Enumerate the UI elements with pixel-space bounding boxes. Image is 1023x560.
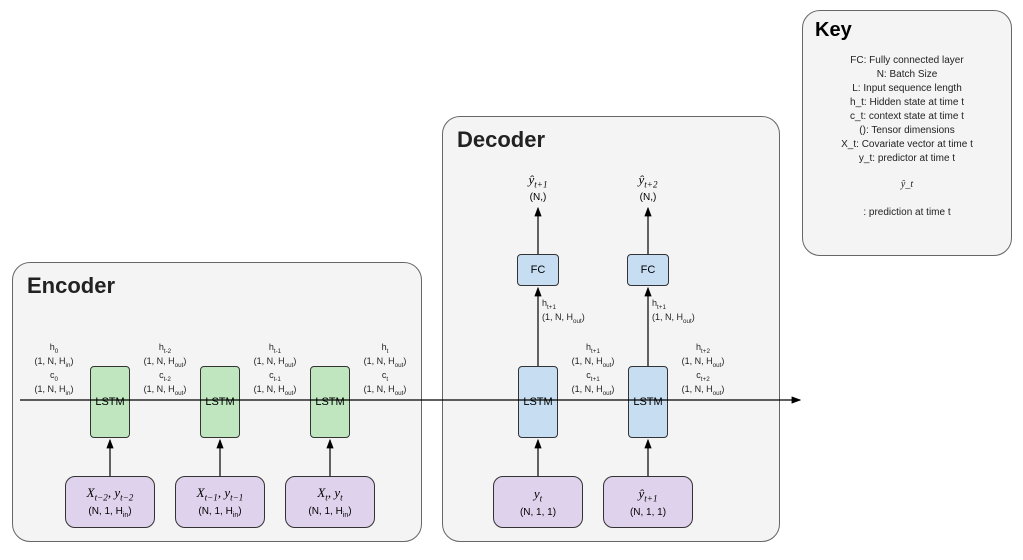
- decoder-title: Decoder: [457, 127, 545, 153]
- key-item-1: N: Batch Size: [803, 69, 1011, 80]
- lstm-dec-1: LSTM: [518, 366, 558, 438]
- input-dec-1: yt (N, 1, 1): [493, 476, 583, 528]
- state-ht: ht(1, N, Hout)ct(1, N, Hout): [354, 342, 416, 398]
- lstm-dec-2: LSTM: [628, 366, 668, 438]
- input-enc-1-math: Xt−2, yt−2: [87, 485, 134, 503]
- input-enc-1: Xt−2, yt−2 (N, 1, Hin): [65, 476, 155, 528]
- encoder-title: Encoder: [27, 273, 115, 299]
- key-title: Key: [815, 19, 852, 42]
- input-dec-2: ŷt+1 (N, 1, 1): [603, 476, 693, 528]
- input-enc-2: Xt−1, yt−1 (N, 1, Hin): [175, 476, 265, 528]
- lstm-enc-1: LSTM: [90, 366, 130, 438]
- fc1-label: ht+1(1, N, Hout): [542, 298, 604, 326]
- input-dec-2-dim: (N, 1, 1): [630, 507, 666, 518]
- key-item-7: y_t: predictor at time t: [803, 153, 1011, 164]
- lstm-enc-3: LSTM: [310, 366, 350, 438]
- input-enc-2-math: Xt−1, yt−1: [197, 485, 244, 503]
- state-htp2: ht+2(1, N, Hout)ct+2(1, N, Hout): [672, 342, 734, 398]
- input-enc-2-dim: (N, 1, Hin): [198, 506, 241, 519]
- state-ht2: ht-2(1, N, Hout)ct-2(1, N, Hout): [134, 342, 196, 398]
- fc-2: FC: [627, 254, 669, 286]
- lstm-enc-2: LSTM: [200, 366, 240, 438]
- output-y1: ŷt+1 (N,): [514, 172, 562, 203]
- key-item-2: L: Input sequence length: [803, 83, 1011, 94]
- input-dec-1-math: yt: [534, 486, 542, 504]
- input-enc-3-dim: (N, 1, Hin): [308, 506, 351, 519]
- key-item-9: : prediction at time t: [803, 207, 1011, 218]
- key-item-6: X_t: Covariate vector at time t: [803, 139, 1011, 150]
- key-item-8: ŷ_t: [803, 179, 1011, 190]
- input-dec-2-math: ŷt+1: [639, 486, 658, 504]
- input-enc-3: Xt, yt (N, 1, Hin): [285, 476, 375, 528]
- output-y2: ŷt+2 (N,): [624, 172, 672, 203]
- fc2-label: ht+1(1, N, Hout): [652, 298, 714, 326]
- key-item-5: (): Tensor dimensions: [803, 125, 1011, 136]
- fc-1: FC: [517, 254, 559, 286]
- key-item-0: FC: Fully connected layer: [803, 55, 1011, 66]
- input-enc-1-dim: (N, 1, Hin): [88, 506, 131, 519]
- input-enc-3-math: Xt, yt: [317, 485, 342, 503]
- key-panel: Key FC: Fully connected layer N: Batch S…: [802, 10, 1012, 256]
- state-ht1: ht-1(1, N, Hout)ct-1(1, N, Hout): [244, 342, 306, 398]
- key-item-4: c_t: context state at time t: [803, 111, 1011, 122]
- state-h0: h0(1, N, Hin)c0(1, N, Hin): [24, 342, 84, 398]
- key-item-3: h_t: Hidden state at time t: [803, 97, 1011, 108]
- state-htp1: ht+1(1, N, Hout)ct+1(1, N, Hout): [562, 342, 624, 398]
- input-dec-1-dim: (N, 1, 1): [520, 507, 556, 518]
